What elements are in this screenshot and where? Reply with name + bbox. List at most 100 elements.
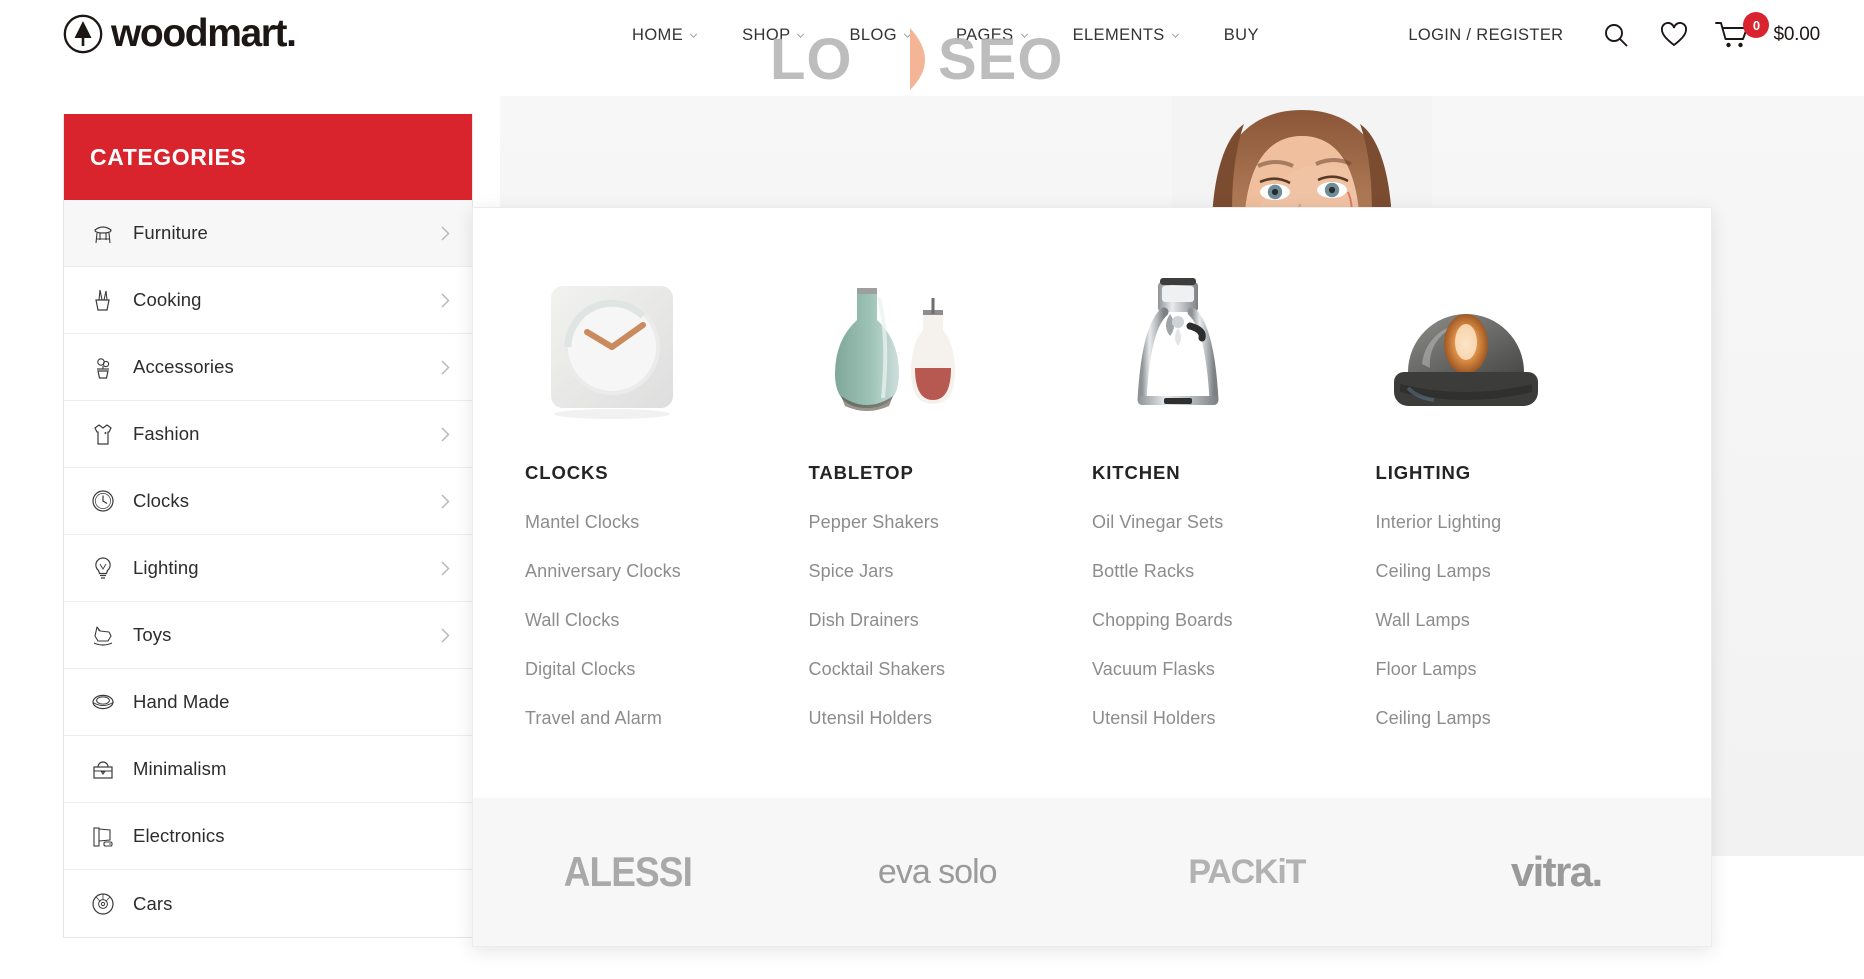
chevron-right-icon [441, 627, 450, 643]
sidebar-item-clocks[interactable]: Clocks [64, 468, 472, 535]
mega-menu-link[interactable]: Ceiling Lamps [1376, 561, 1660, 582]
nav-item-elements[interactable]: ELEMENTS [1051, 22, 1202, 48]
search-icon [1605, 24, 1628, 47]
brand-name: vitra. [1510, 848, 1603, 895]
briefcase-icon [93, 761, 113, 779]
mega-menu-link[interactable]: Utensil Holders [1092, 708, 1376, 729]
mega-menu-link[interactable]: Digital Clocks [525, 659, 809, 680]
nav-label: ELEMENTS [1072, 26, 1165, 44]
sidebar-item-accessories[interactable]: Accessories [64, 334, 472, 401]
main-navigation: HOME SHOP BLOG PAGES ELEMENTS BUY [610, 22, 1281, 48]
mega-menu-link[interactable]: Anniversary Clocks [525, 561, 809, 582]
mega-menu-column-title: CLOCKS [525, 462, 609, 483]
chair-icon [94, 226, 112, 244]
sidebar-item-cars[interactable]: Cars [64, 870, 472, 937]
categories-title: CATEGORIES [90, 143, 247, 170]
mega-menu-column-clocks: CLOCKS Mantel Clocks Anniversary Clocks … [525, 248, 809, 757]
mega-menu-link[interactable]: Vacuum Flasks [1092, 659, 1376, 680]
sidebar-item-lighting[interactable]: Lighting [64, 535, 472, 602]
nav-item-pages[interactable]: PAGES [934, 22, 1051, 48]
mega-menu-panel: CLOCKS Mantel Clocks Anniversary Clocks … [472, 207, 1712, 947]
plant-pot-icon [97, 358, 110, 379]
categories-header: CATEGORIES [64, 114, 472, 200]
chevron-down-icon [1020, 33, 1028, 38]
nav-item-buy[interactable]: BUY [1202, 22, 1281, 48]
mega-menu-column-tabletop: TABLETOP Pepper Shakers Spice Jars Dish … [809, 248, 1093, 757]
mega-menu-link[interactable]: Travel and Alarm [525, 708, 809, 729]
sidebar-item-fashion[interactable]: Fashion [64, 401, 472, 468]
chevron-right-icon [441, 560, 450, 576]
heart-icon [1661, 22, 1688, 47]
mega-menu-columns: CLOCKS Mantel Clocks Anniversary Clocks … [473, 208, 1711, 757]
nav-item-blog[interactable]: BLOG [827, 22, 933, 48]
chevron-down-icon [1171, 33, 1179, 38]
mega-menu-link[interactable]: Cocktail Shakers [809, 659, 1093, 680]
header-actions: LOGIN / REGISTER 0 $0.00 [1408, 12, 1820, 52]
sidebar-item-furniture[interactable]: Furniture [64, 200, 472, 267]
brand-logo-vitra[interactable]: vitra. [1402, 848, 1712, 896]
mega-menu-link[interactable]: Oil Vinegar Sets [1092, 512, 1376, 533]
chevron-right-icon [441, 426, 450, 442]
sidebar-item-hand-made[interactable]: Hand Made [64, 669, 472, 736]
chevron-right-icon [441, 225, 450, 241]
mega-menu-link[interactable]: Floor Lamps [1376, 659, 1660, 680]
mega-menu-link[interactable]: Spice Jars [809, 561, 1093, 582]
lightbulb-icon [95, 557, 111, 579]
mega-menu-link[interactable]: Ceiling Lamps [1376, 708, 1660, 729]
carafe-and-cruet-image[interactable] [809, 248, 1093, 428]
sidebar-item-minimalism[interactable]: Minimalism [64, 736, 472, 803]
sidebar-item-label: Cooking [133, 289, 202, 310]
login-register-link[interactable]: LOGIN / REGISTER [1408, 26, 1563, 45]
sidebar-item-label: Furniture [133, 222, 208, 243]
cart-total-amount: $0.00 [1773, 24, 1820, 45]
brand-name: PACKiT [1188, 852, 1306, 891]
brand-logo-alessi[interactable]: ALESSI [473, 848, 783, 896]
brand-logos-strip: ALESSI eva solo PACKiT vitra. [473, 798, 1711, 946]
mega-menu-link[interactable]: Wall Lamps [1376, 610, 1660, 631]
mega-menu-column-kitchen: KITCHEN Oil Vinegar Sets Bottle Racks Ch… [1092, 248, 1376, 757]
brand-logo-eva-solo[interactable]: eva solo [783, 853, 1093, 892]
sidebar-item-toys[interactable]: Toys [64, 602, 472, 669]
mega-menu-link[interactable]: Mantel Clocks [525, 512, 809, 533]
knife-block-icon [95, 289, 110, 311]
tree-circle-icon [63, 14, 103, 54]
mega-menu-link[interactable]: Pepper Shakers [809, 512, 1093, 533]
chevron-right-icon [441, 359, 450, 375]
sidebar-item-cooking[interactable]: Cooking [64, 267, 472, 334]
search-button[interactable] [1599, 18, 1633, 52]
chevron-down-icon [689, 33, 698, 38]
nav-item-shop[interactable]: SHOP [720, 22, 827, 48]
sidebar-item-label: Fashion [133, 423, 200, 444]
mega-menu-link[interactable]: Chopping Boards [1092, 610, 1376, 631]
nav-item-home[interactable]: HOME [610, 22, 720, 48]
cart-button[interactable]: 0 $0.00 [1715, 12, 1820, 50]
chevron-right-icon [441, 292, 450, 308]
sidebar-item-label: Accessories [133, 356, 234, 377]
mega-menu-link[interactable]: Bottle Racks [1092, 561, 1376, 582]
wishlist-button[interactable] [1657, 18, 1691, 52]
brand-logo-packit[interactable]: PACKiT [1092, 853, 1402, 892]
site-logo[interactable]: woodmart. [63, 14, 297, 54]
square-wall-clock-image[interactable] [525, 248, 809, 428]
dome-lamp-image[interactable] [1376, 248, 1660, 428]
sidebar-item-label: Minimalism [133, 758, 227, 779]
mega-menu-link[interactable]: Utensil Holders [809, 708, 1093, 729]
nav-label: PAGES [955, 26, 1014, 44]
wheel-icon [92, 892, 114, 915]
mega-menu-column-title: TABLETOP [808, 462, 914, 483]
categories-sidebar: CATEGORIES Furniture Cooking Accessories… [63, 114, 473, 938]
mega-menu-column-lighting: LIGHTING Interior Lighting Ceiling Lamps… [1376, 248, 1660, 757]
mega-menu-column-title: LIGHTING [1375, 462, 1472, 483]
brand-name: eva solo [877, 852, 998, 891]
nav-label: SHOP [742, 26, 791, 44]
sidebar-item-label: Hand Made [133, 691, 230, 712]
mega-menu-link[interactable]: Wall Clocks [525, 610, 809, 631]
sidebar-item-label: Clocks [133, 490, 190, 511]
mega-menu-link[interactable]: Dish Drainers [809, 610, 1093, 631]
mega-menu-column-title: KITCHEN [1092, 462, 1181, 483]
sidebar-item-electronics[interactable]: Electronics [64, 803, 472, 870]
brand-name: ALESSI [563, 848, 693, 895]
site-header: woodmart. HOME SHOP BLOG PAGES ELEMENTS [0, 0, 1864, 92]
mega-menu-link[interactable]: Interior Lighting [1376, 512, 1660, 533]
espresso-maker-image[interactable] [1092, 248, 1376, 428]
